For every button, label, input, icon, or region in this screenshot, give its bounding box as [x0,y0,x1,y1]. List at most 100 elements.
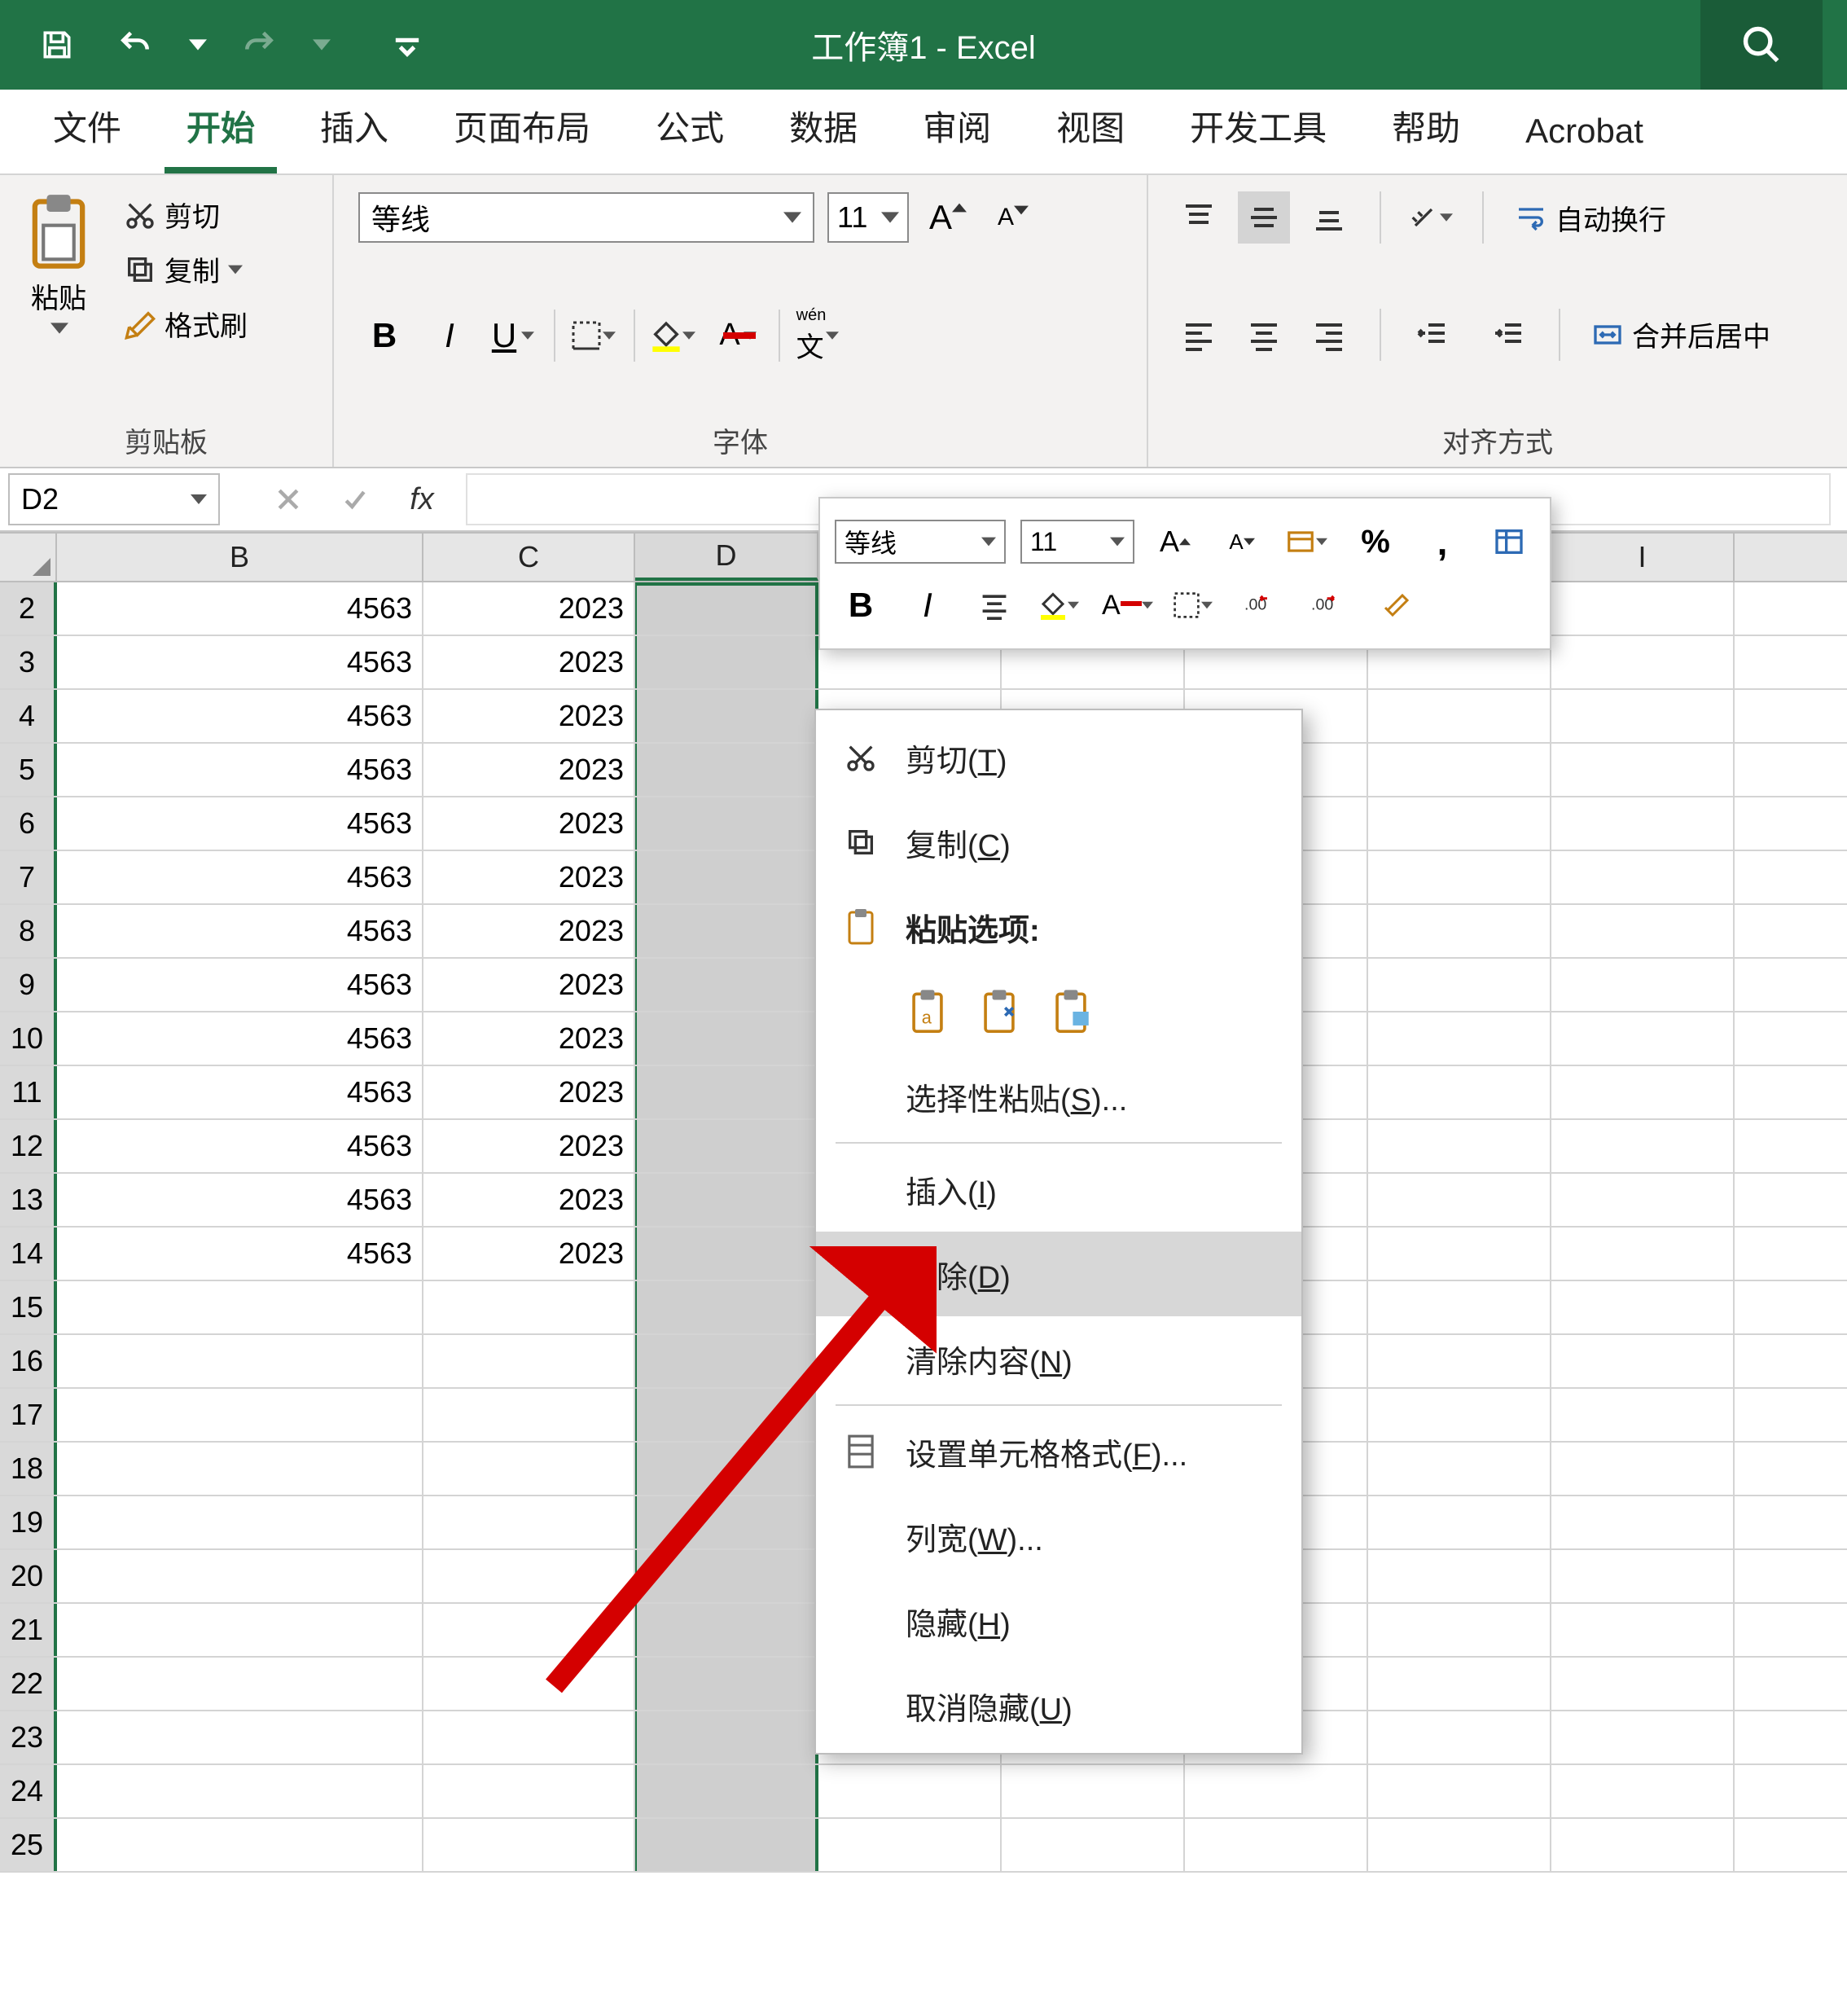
cell[interactable]: 4563 [57,690,423,742]
cell[interactable] [1551,1496,1735,1548]
cell[interactable] [1551,905,1735,957]
paste-formulas-icon[interactable] [977,988,1021,1035]
cell[interactable] [1551,959,1735,1011]
cell[interactable]: 2023 [423,582,635,635]
tab-review[interactable]: 审阅 [894,86,1020,173]
cell[interactable] [57,1550,423,1602]
cell[interactable] [57,1496,423,1548]
cell[interactable] [635,1658,818,1710]
row-header[interactable]: 9 [0,959,57,1011]
row-header[interactable]: 4 [0,690,57,742]
font-name-select[interactable]: 等线 [358,192,814,243]
cell[interactable] [635,959,818,1011]
cell[interactable] [635,1174,818,1226]
row-header[interactable]: 22 [0,1658,57,1710]
mini-bold[interactable]: B [835,579,887,631]
align-middle-button[interactable] [1238,191,1290,244]
mini-font-select[interactable]: 等线 [835,520,1006,564]
cell[interactable] [1368,959,1551,1011]
align-bottom-button[interactable] [1303,191,1355,244]
copy-button[interactable]: 复制 [117,246,254,292]
cell[interactable] [423,1765,635,1817]
ctx-paste-special[interactable]: 选择性粘贴(S)... [816,1054,1301,1139]
row-header[interactable]: 2 [0,582,57,635]
cell[interactable] [635,1012,818,1065]
bold-button[interactable]: B [358,310,410,362]
cell[interactable]: 4563 [57,636,423,688]
cell[interactable] [635,1389,818,1441]
row-header[interactable]: 14 [0,1228,57,1280]
cell[interactable] [1368,1711,1551,1763]
cell[interactable] [1551,1711,1735,1763]
cell[interactable] [818,1819,1002,1871]
cell[interactable] [1551,1604,1735,1656]
cell[interactable] [1368,1658,1551,1710]
decrease-font-button[interactable]: A [987,191,1039,244]
cell[interactable]: 4563 [57,905,423,957]
cell[interactable] [1368,1174,1551,1226]
tab-help[interactable]: 帮助 [1363,86,1489,173]
cut-button[interactable]: 剪切 [117,191,254,238]
cancel-icon[interactable] [269,473,308,525]
cell[interactable] [635,1711,818,1763]
col-header-b[interactable]: B [57,534,423,581]
cell[interactable]: 4563 [57,851,423,903]
paste-keep-source-icon[interactable]: a [906,988,950,1035]
mini-increase-font[interactable]: A [1149,516,1201,568]
increase-indent-button[interactable] [1482,309,1534,361]
cell[interactable] [635,582,818,635]
cell[interactable]: 2023 [423,797,635,850]
enter-icon[interactable] [336,473,375,525]
cell[interactable] [1551,1120,1735,1172]
decrease-indent-button[interactable] [1406,309,1458,361]
cell[interactable] [57,1765,423,1817]
cell[interactable] [1002,1819,1185,1871]
tab-view[interactable]: 视图 [1028,86,1153,173]
cell[interactable] [423,1496,635,1548]
cell[interactable] [818,1765,1002,1817]
ctx-hide[interactable]: 隐藏(H) [816,1579,1301,1663]
cell[interactable] [1368,1335,1551,1387]
cell[interactable] [635,1496,818,1548]
cell[interactable] [635,690,818,742]
cell[interactable] [1551,1765,1735,1817]
orientation-button[interactable] [1406,191,1458,244]
cell[interactable] [635,1066,818,1118]
tab-layout[interactable]: 页面布局 [425,86,619,173]
cell[interactable] [423,1335,635,1387]
cell[interactable] [635,905,818,957]
cell[interactable] [1368,1012,1551,1065]
paste-button[interactable] [24,191,93,273]
cell[interactable] [1551,1550,1735,1602]
font-size-select[interactable]: 11 [827,192,909,243]
cell[interactable] [1551,1658,1735,1710]
cell[interactable] [1368,1066,1551,1118]
redo-button[interactable] [235,20,283,69]
cell[interactable] [423,1819,635,1871]
cell[interactable] [635,851,818,903]
row-header[interactable]: 7 [0,851,57,903]
cell[interactable] [1551,1012,1735,1065]
tab-developer[interactable]: 开发工具 [1161,86,1355,173]
cell[interactable] [1368,1120,1551,1172]
col-header-i[interactable]: I [1551,534,1735,581]
cell[interactable] [635,1335,818,1387]
cell[interactable] [1551,1389,1735,1441]
cell[interactable] [57,1711,423,1763]
borders-button[interactable] [568,310,621,362]
cell[interactable]: 2023 [423,1066,635,1118]
cell[interactable] [1551,1443,1735,1495]
cell[interactable] [57,1335,423,1387]
ctx-delete[interactable]: 删除(D) [816,1232,1301,1316]
cell[interactable] [1368,905,1551,957]
cell[interactable] [1368,744,1551,796]
select-all-corner[interactable] [0,534,57,581]
cell[interactable] [423,1604,635,1656]
cell[interactable] [1368,851,1551,903]
cell[interactable] [1551,1819,1735,1871]
paste-picture-icon[interactable] [1049,988,1093,1035]
increase-font-button[interactable]: A [922,191,974,244]
wrap-text-button[interactable]: 自动换行 [1508,195,1673,241]
cell[interactable]: 2023 [423,636,635,688]
cell[interactable] [1551,1066,1735,1118]
